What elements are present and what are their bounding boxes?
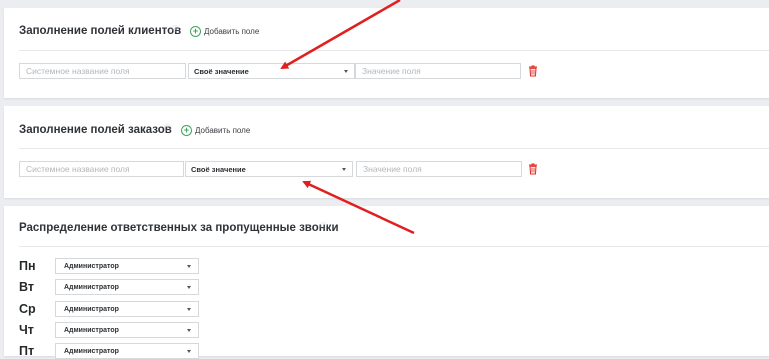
help-icon[interactable]: ⓘ <box>172 24 179 34</box>
orders-section-title: Заполнение полей заказов <box>19 124 172 136</box>
add-field-label: Добавить поле <box>204 27 260 36</box>
day-label-wed: Ср <box>19 302 36 316</box>
plus-circle-icon: + <box>181 125 192 136</box>
caret-down-icon <box>187 308 191 311</box>
missed-calls-title: Распределение ответственных за пропущенн… <box>19 222 339 234</box>
help-icon[interactable]: ⓘ <box>164 123 171 133</box>
help-icon[interactable]: ⓘ <box>320 221 327 231</box>
assignee-select-thu[interactable]: Администратор <box>55 322 199 338</box>
trash-icon[interactable] <box>527 163 539 175</box>
caret-down-icon <box>187 286 191 289</box>
trash-icon[interactable] <box>527 65 539 77</box>
missed-calls-card: Распределение ответственных за пропущенн… <box>4 206 769 359</box>
select-value: Своё значение <box>191 165 246 174</box>
orders-fields-card: Заполнение полей заказов ⓘ + Добавить по… <box>4 106 769 198</box>
add-field-label: Добавить поле <box>195 126 251 135</box>
field-value-input[interactable]: Значение поля <box>356 161 522 177</box>
system-name-input[interactable]: Системное название поля <box>19 161 184 177</box>
caret-down-icon <box>344 70 348 73</box>
clients-fields-card: Заполнение полей клиентов ⓘ + Добавить п… <box>4 8 769 98</box>
assignee-value: Администратор <box>64 284 119 291</box>
assignee-value: Администратор <box>64 306 119 313</box>
day-label-thu: Чт <box>19 323 34 337</box>
assignee-select-wed[interactable]: Администратор <box>55 301 199 317</box>
plus-circle-icon: + <box>190 26 201 37</box>
assignee-select-mon[interactable]: Администратор <box>55 258 199 274</box>
caret-down-icon <box>187 350 191 353</box>
assignee-value: Администратор <box>64 263 119 270</box>
section-divider <box>19 246 769 247</box>
assignee-select-tue[interactable]: Администратор <box>55 279 199 295</box>
assignee-select-fri[interactable]: Администратор <box>55 343 199 359</box>
clients-section-title: Заполнение полей клиентов <box>19 25 182 37</box>
day-label-mon: Пн <box>19 259 36 273</box>
system-name-input[interactable]: Системное название поля <box>19 63 186 79</box>
day-label-tue: Вт <box>19 280 34 294</box>
caret-down-icon <box>187 329 191 332</box>
select-value: Своё значение <box>194 67 249 76</box>
caret-down-icon <box>187 265 191 268</box>
section-divider <box>19 148 769 149</box>
add-client-field-button[interactable]: + Добавить поле <box>190 26 259 37</box>
add-order-field-button[interactable]: + Добавить поле <box>181 125 250 136</box>
value-type-select[interactable]: Своё значение <box>185 161 353 177</box>
caret-down-icon <box>342 168 346 171</box>
value-type-select[interactable]: Своё значение <box>188 63 355 79</box>
day-label-fri: Пт <box>19 344 35 358</box>
section-divider <box>19 50 769 51</box>
field-value-input[interactable]: Значение поля <box>355 63 521 79</box>
assignee-value: Администратор <box>64 327 119 334</box>
